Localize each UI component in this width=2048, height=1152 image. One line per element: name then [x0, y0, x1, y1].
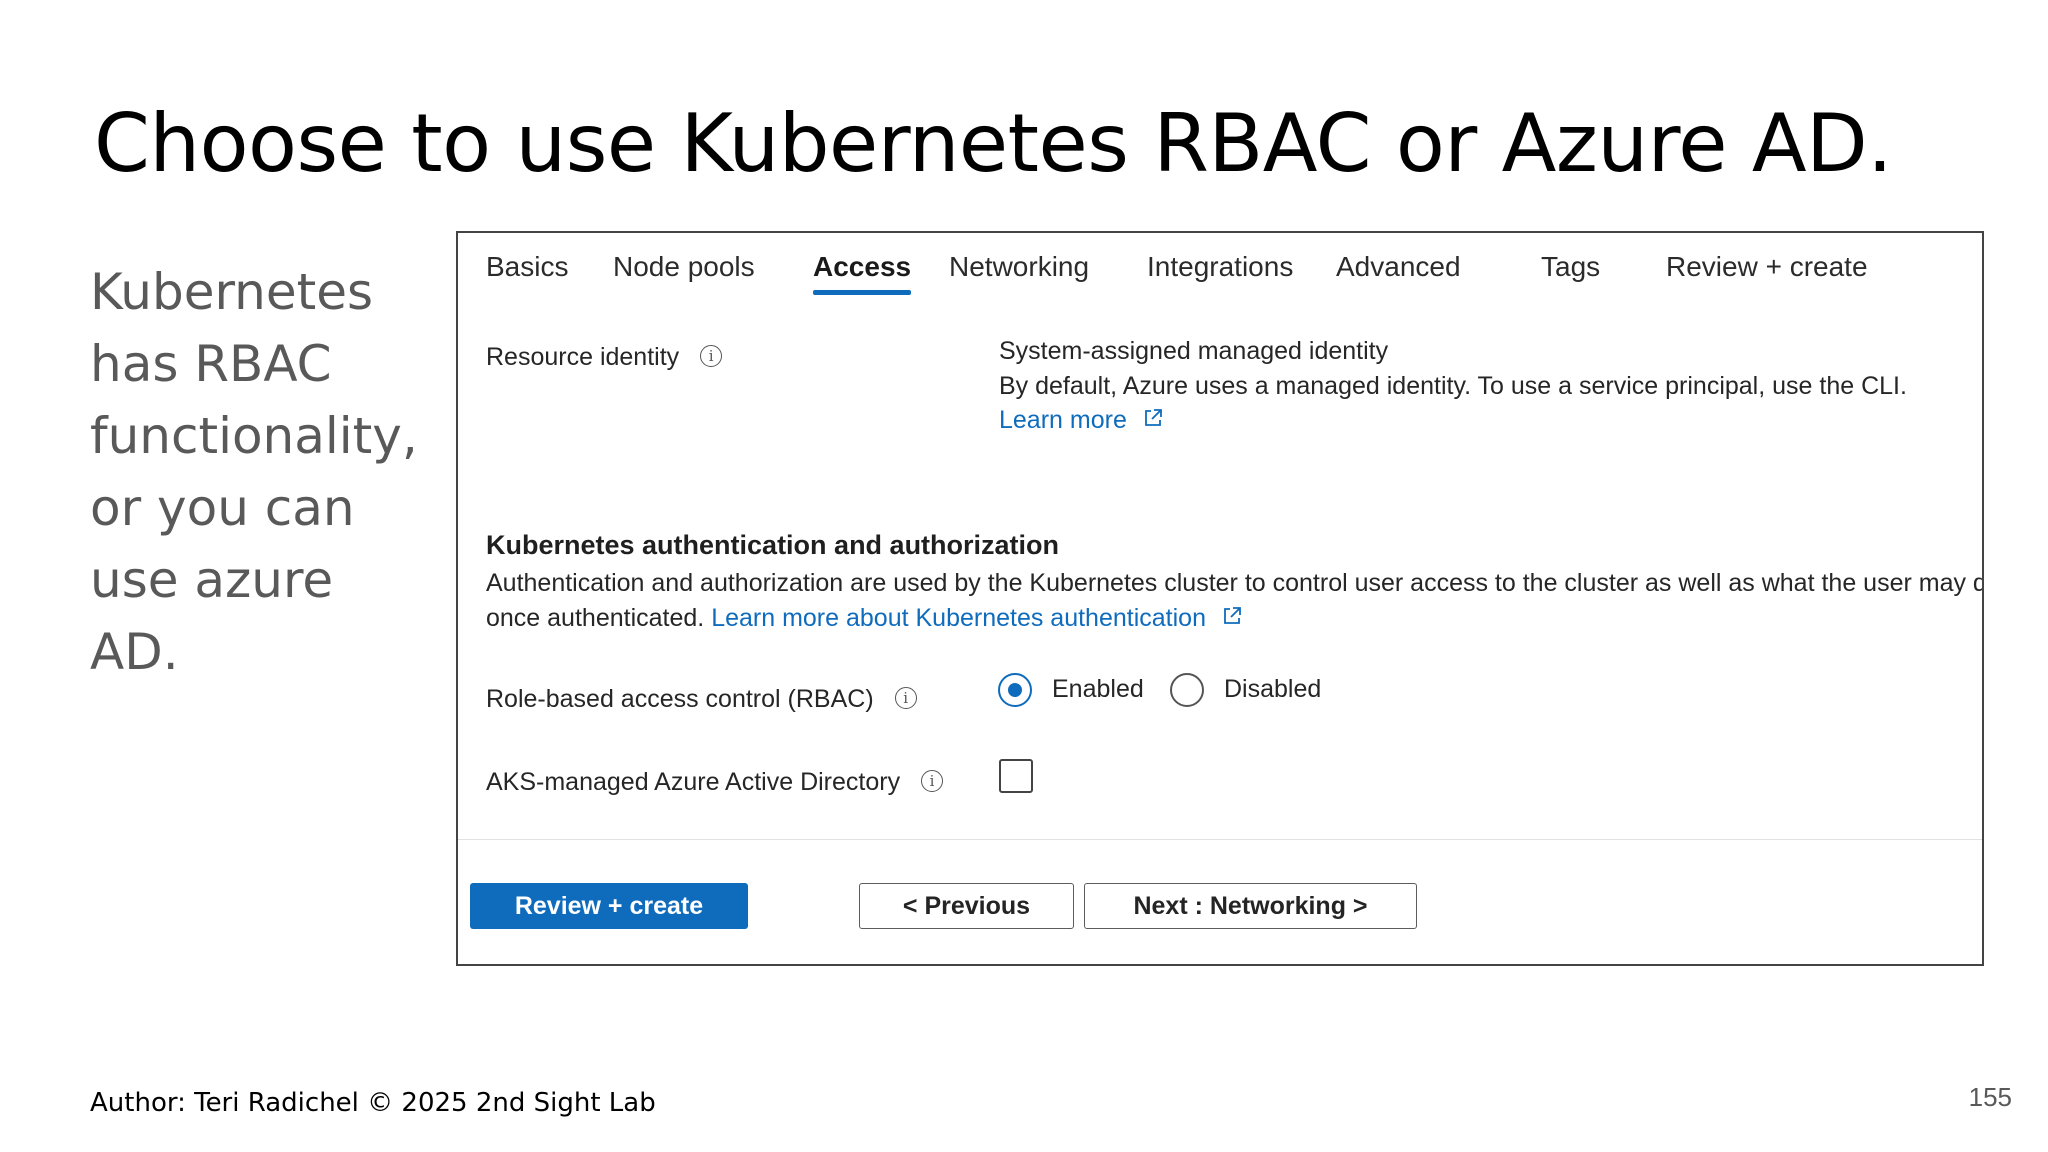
- tab-review-create[interactable]: Review + create: [1666, 251, 1868, 293]
- tab-networking[interactable]: Networking: [949, 251, 1089, 293]
- slide-title: Choose to use Kubernetes RBAC or Azure A…: [94, 97, 1893, 190]
- side-text-line: use azure: [90, 551, 334, 609]
- tab-integrations[interactable]: Integrations: [1147, 251, 1293, 293]
- external-link-icon[interactable]: [1221, 605, 1243, 627]
- side-text: Kubernetes has RBAC functionality, or yo…: [90, 256, 440, 688]
- rbac-enabled-label[interactable]: Enabled: [1052, 675, 1144, 704]
- author-footer: Author: Teri Radichel © 2025 2nd Sight L…: [90, 1088, 656, 1118]
- external-link-icon[interactable]: [1142, 407, 1164, 429]
- resource-identity-link-row: Learn more: [999, 406, 1164, 435]
- learn-more-link[interactable]: Learn more: [999, 406, 1127, 434]
- tab-access-label: Access: [813, 251, 912, 282]
- side-text-line: AD.: [90, 623, 179, 681]
- page-number: 155: [1968, 1082, 2012, 1112]
- aad-label-text: AKS-managed Azure Active Directory: [486, 768, 901, 796]
- aad-label: AKS-managed Azure Active Directory i: [486, 768, 944, 797]
- side-text-line: has RBAC: [90, 335, 332, 393]
- resource-identity-label: Resource identity i: [486, 343, 723, 372]
- active-tab-indicator: [813, 290, 912, 295]
- tab-node-pools[interactable]: Node pools: [613, 251, 755, 293]
- info-icon[interactable]: i: [894, 687, 917, 710]
- aks-create-screenshot: Basics Node pools Access Networking Inte…: [456, 231, 1984, 966]
- tab-access[interactable]: Access: [813, 251, 912, 295]
- review-create-button[interactable]: Review + create: [470, 883, 748, 929]
- rbac-enabled-radio[interactable]: [998, 673, 1032, 707]
- previous-button[interactable]: < Previous: [859, 883, 1074, 929]
- side-text-line: Kubernetes: [90, 263, 374, 321]
- auth-section-title: Kubernetes authentication and authorizat…: [486, 530, 1060, 560]
- info-icon[interactable]: i: [700, 345, 723, 368]
- tab-advanced[interactable]: Advanced: [1336, 251, 1461, 293]
- info-icon[interactable]: i: [921, 770, 944, 793]
- footer-divider: [458, 839, 1982, 840]
- resource-identity-label-text: Resource identity: [486, 343, 680, 371]
- rbac-label: Role-based access control (RBAC) i: [486, 685, 917, 714]
- next-networking-button[interactable]: Next : Networking >: [1084, 883, 1417, 929]
- learn-more-kubernetes-auth-link[interactable]: Learn more about Kubernetes authenticati…: [711, 604, 1206, 632]
- side-text-line: or you can: [90, 479, 355, 537]
- tab-tags[interactable]: Tags: [1541, 251, 1600, 293]
- aad-checkbox[interactable]: [999, 759, 1033, 793]
- rbac-disabled-label[interactable]: Disabled: [1224, 675, 1321, 704]
- rbac-label-text: Role-based access control (RBAC): [486, 685, 874, 713]
- rbac-disabled-radio[interactable]: [1170, 673, 1204, 707]
- resource-identity-value: System-assigned managed identity: [999, 337, 1389, 365]
- side-text-line: functionality,: [90, 407, 418, 465]
- resource-identity-description: By default, Azure uses a managed identit…: [999, 372, 1907, 400]
- auth-section-description: Authentication and authorization are use…: [486, 566, 1982, 636]
- tab-basics[interactable]: Basics: [486, 251, 568, 293]
